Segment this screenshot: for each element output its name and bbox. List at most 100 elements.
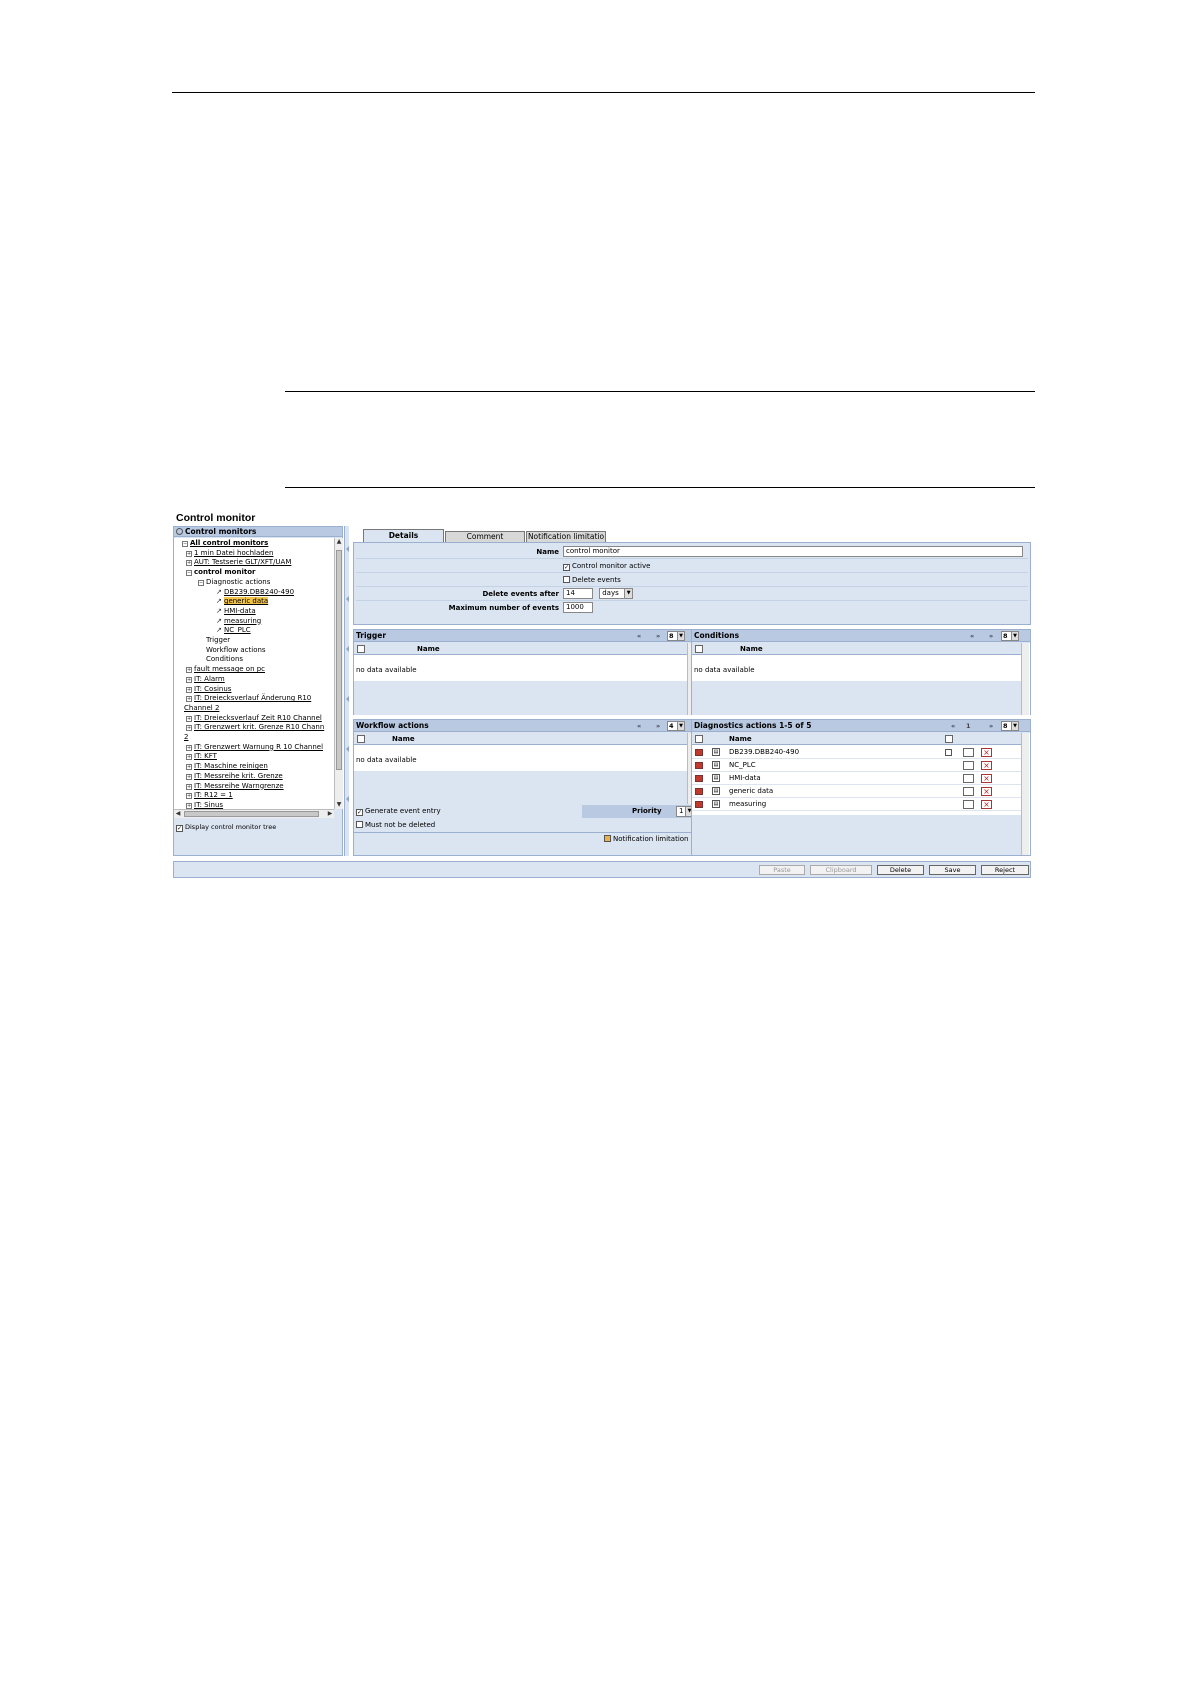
conditions-scrollbar[interactable] (1021, 643, 1029, 715)
diagnostics-row[interactable]: ▤ HMI-data × (692, 772, 1021, 785)
tree-node[interactable]: + AUT: Testserie GLT/XFT/UAM (186, 558, 291, 567)
clipboard-button[interactable]: Clipboard (810, 865, 872, 875)
tree-node[interactable]: + IT: Maschine reinigen (186, 762, 268, 771)
edit-icon[interactable] (963, 761, 974, 770)
expand-icon[interactable]: + (186, 686, 192, 693)
edit-icon[interactable] (963, 800, 974, 809)
generate-event-checkbox[interactable]: ✓ (356, 809, 363, 816)
tree-node[interactable]: ↗ generic data (216, 597, 269, 606)
delete-icon[interactable]: × (981, 761, 992, 770)
save-button[interactable]: Save (929, 865, 976, 875)
expand-icon[interactable]: + (186, 793, 192, 800)
chevron-down-icon[interactable]: ▼ (1011, 722, 1018, 730)
expand-icon[interactable]: + (186, 676, 192, 683)
expand-icon[interactable]: + (186, 667, 192, 674)
max-events-input[interactable]: 1000 (563, 602, 593, 613)
expand-icon[interactable]: + (186, 696, 192, 703)
collapse-arrow-icon[interactable] (346, 746, 349, 752)
conditions-col-name[interactable]: Name (740, 643, 763, 655)
workflow-col-name[interactable]: Name (392, 733, 415, 745)
tree-node[interactable]: + IT: Grenzwert Warnung R 10 Channel (186, 743, 323, 752)
must-not-delete-checkbox[interactable] (356, 821, 363, 828)
expand-icon[interactable]: + (186, 802, 192, 809)
diagnostics-row[interactable]: ▤ measuring × (692, 798, 1021, 811)
panel-splitter[interactable] (344, 526, 349, 856)
expand-icon[interactable]: + (186, 550, 192, 557)
expand-icon[interactable]: + (186, 754, 192, 761)
delete-icon[interactable]: × (981, 774, 992, 783)
scroll-left-icon[interactable]: ◀ (174, 810, 182, 818)
expand-icon[interactable]: + (186, 560, 192, 567)
tree-node[interactable]: Conditions (206, 655, 243, 664)
tree-vertical-scrollbar[interactable]: ▲ ▼ (334, 538, 343, 809)
diagnostics-row[interactable]: ▤ NC_PLC × (692, 759, 1021, 772)
scroll-down-icon[interactable]: ▼ (335, 801, 343, 809)
collapse-arrow-icon[interactable] (346, 546, 349, 552)
new-item-icon[interactable] (695, 645, 703, 653)
tree-node[interactable]: ↗ measuring (216, 617, 261, 626)
tree-node[interactable]: − Diagnostic actions (198, 578, 270, 587)
diagnostics-scrollbar[interactable] (1021, 733, 1029, 855)
chevron-down-icon[interactable]: ▼ (1011, 632, 1018, 640)
collapse-arrow-icon[interactable] (346, 796, 349, 802)
notification-limitation-label[interactable]: Notification limitation (613, 835, 689, 843)
new-item-icon[interactable] (357, 645, 365, 653)
name-input[interactable]: control monitor (563, 546, 1023, 557)
conditions-page-size-select[interactable]: 8 ▼ (1001, 631, 1019, 641)
prev-page-icon[interactable]: « (637, 721, 641, 731)
workflow-page-size-select[interactable]: 4 ▼ (667, 721, 685, 731)
tree-node[interactable]: + IT: Alarm (186, 675, 225, 684)
expand-icon[interactable]: + (186, 783, 192, 790)
tree-node[interactable]: +1 min Datei hochladen (186, 549, 273, 558)
collapse-arrow-icon[interactable] (346, 596, 349, 602)
tree-scroll-thumb[interactable] (336, 550, 342, 770)
tree-node[interactable]: Workflow actions (206, 646, 266, 655)
scroll-up-icon[interactable]: ▲ (335, 538, 343, 546)
tree-node[interactable]: Channel 2 (184, 704, 219, 713)
tree-node[interactable]: + IT: KFT (186, 752, 217, 761)
delete-after-unit-select[interactable]: days ▼ (599, 588, 634, 599)
prev-page-icon[interactable]: « (951, 721, 955, 731)
tree-node[interactable]: ↗ HMI-data (216, 607, 256, 616)
delete-button[interactable]: Delete (877, 865, 924, 875)
trigger-page-size-select[interactable]: 8 ▼ (667, 631, 685, 641)
new-item-icon[interactable] (357, 735, 365, 743)
next-page-icon[interactable]: » (656, 721, 660, 731)
prev-page-icon[interactable]: « (970, 631, 974, 641)
edit-icon[interactable] (963, 748, 974, 757)
diagnostics-col-name[interactable]: Name (729, 733, 752, 745)
diagnostics-page-size-select[interactable]: 8 ▼ (1001, 721, 1019, 731)
tree-node[interactable]: + IT: Cosinus (186, 685, 231, 694)
expand-icon[interactable]: + (186, 764, 192, 771)
edit-icon[interactable] (963, 774, 974, 783)
collapse-icon[interactable]: − (182, 541, 188, 547)
collapse-icon[interactable]: − (186, 570, 192, 577)
delete-icon[interactable]: × (981, 748, 992, 757)
generate-event-option[interactable]: ✓ Generate event entry (356, 807, 441, 816)
expand-icon[interactable]: + (186, 773, 192, 780)
tree-node[interactable]: + IT: Grenzwert krit. Grenze R10 Chann (186, 723, 324, 732)
expand-icon[interactable]: + (186, 744, 192, 751)
tree-node[interactable]: + IT: Dreiecksverlauf Änderung R10 (186, 694, 311, 703)
must-not-delete-option[interactable]: Must not be deleted (356, 821, 435, 829)
diagnostics-row[interactable]: ▤ DB239.DBB240-490 × (692, 746, 1021, 759)
edit-icon[interactable] (963, 787, 974, 796)
paste-button[interactable]: Paste (759, 865, 805, 875)
diagnostics-row[interactable]: ▤ generic data × (692, 785, 1021, 798)
chevron-down-icon[interactable]: ▼ (677, 722, 684, 730)
tree-node[interactable]: + IT: Dreiecksverlauf Zeit R10 Channel (186, 714, 322, 723)
expand-icon[interactable]: + (186, 725, 192, 732)
prev-page-icon[interactable]: « (637, 631, 641, 641)
display-tree-option[interactable]: ✓ Display control monitor tree (176, 823, 276, 832)
tree-node[interactable]: + fault message on pc (186, 665, 265, 674)
new-item-icon[interactable] (695, 735, 703, 743)
tree-node[interactable]: ↗ NC_PLC (216, 626, 251, 635)
tree-node[interactable]: + IT: R12 = 1 (186, 791, 233, 800)
next-page-icon[interactable]: » (989, 631, 993, 641)
collapse-arrow-icon[interactable] (346, 696, 349, 702)
chevron-down-icon[interactable]: ▼ (624, 589, 633, 598)
chevron-down-icon[interactable]: ▼ (677, 632, 684, 640)
collapse-icon[interactable]: − (198, 579, 204, 586)
tree-node[interactable]: Trigger (206, 636, 230, 645)
row-checkbox[interactable] (945, 749, 952, 756)
